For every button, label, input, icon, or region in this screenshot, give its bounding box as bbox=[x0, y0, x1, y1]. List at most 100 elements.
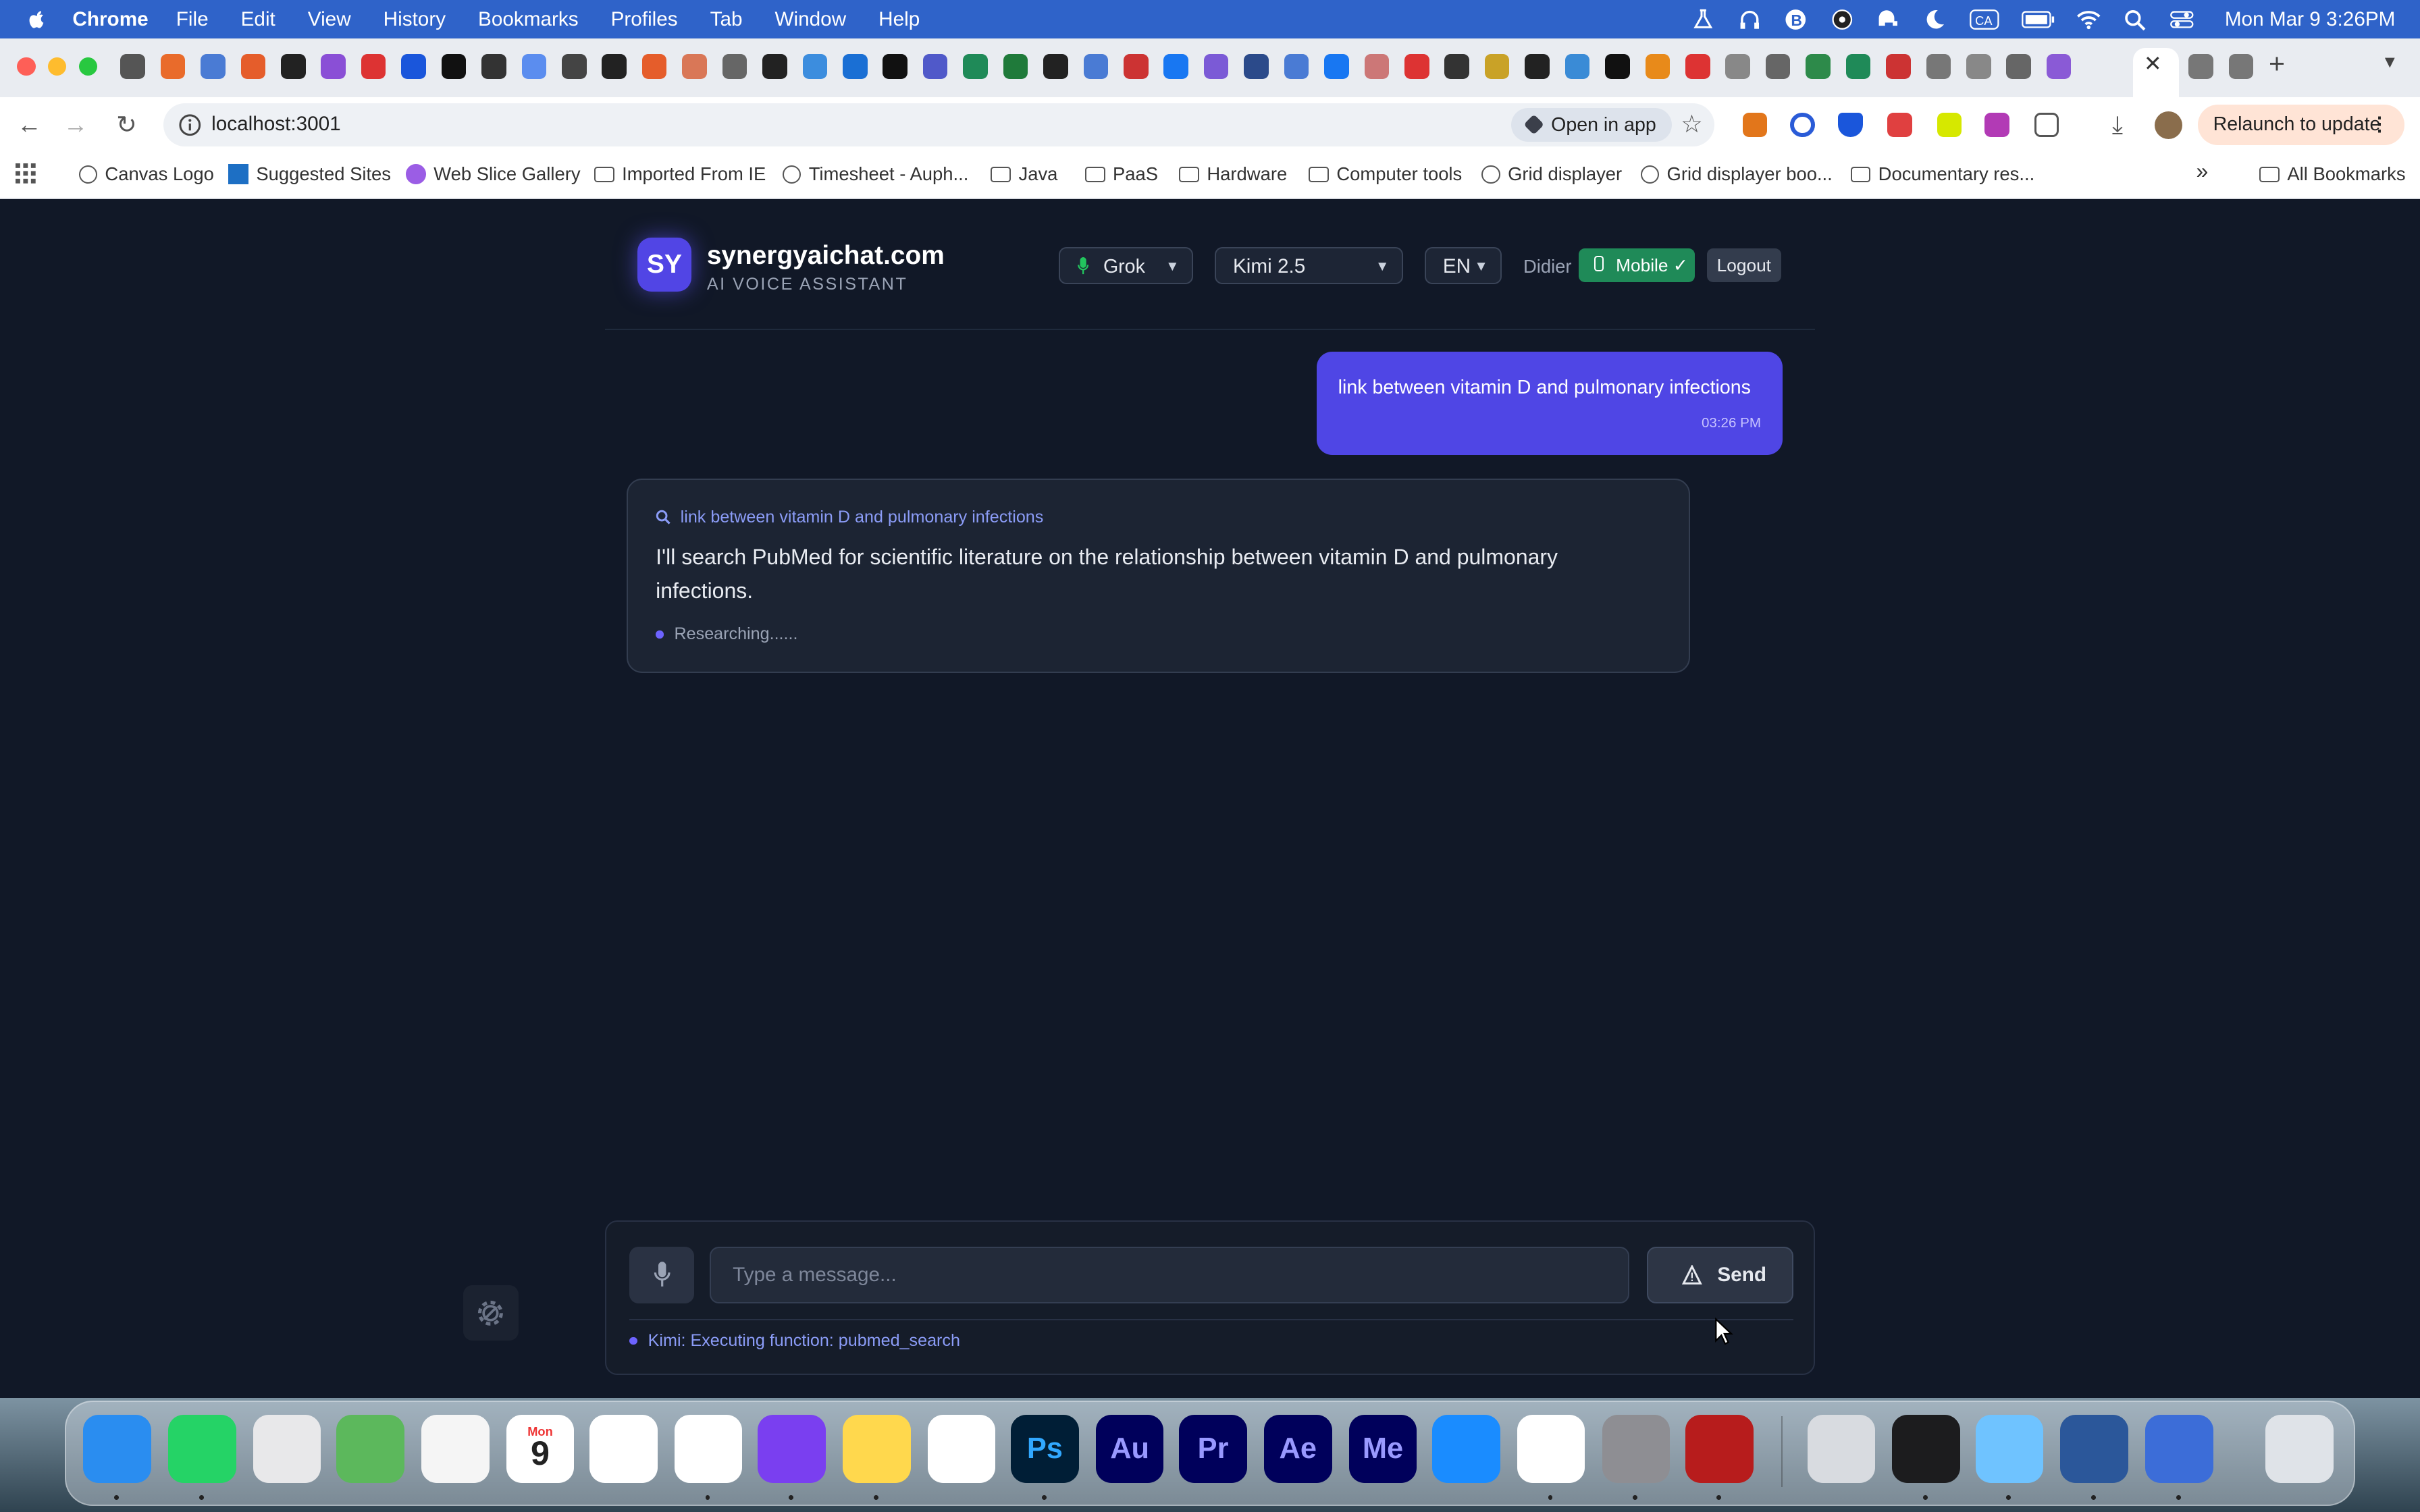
app-store-app-icon[interactable] bbox=[1432, 1414, 1500, 1483]
close-window-button[interactable] bbox=[17, 57, 36, 76]
photos-app-icon[interactable] bbox=[421, 1414, 490, 1483]
wifi-icon[interactable] bbox=[2076, 9, 2101, 30]
freeform-app-icon[interactable] bbox=[927, 1414, 996, 1483]
model-select[interactable]: Kimi 2.5 ▼ bbox=[1214, 246, 1403, 284]
download-icon[interactable]: ⤓ bbox=[2102, 109, 2133, 140]
menu-help[interactable]: Help bbox=[878, 8, 920, 31]
pinned-tab-favicon[interactable] bbox=[1886, 53, 1911, 79]
pinned-tab-favicon[interactable] bbox=[1645, 53, 1671, 79]
pinned-tab-favicon[interactable] bbox=[441, 53, 467, 79]
shield-extension-icon[interactable] bbox=[1838, 112, 1863, 138]
pinned-tab-favicon[interactable] bbox=[401, 53, 426, 79]
bookmark-grid-displayer-book[interactable]: Grid displayer boo... bbox=[1640, 163, 1833, 185]
timer-icon[interactable] bbox=[1830, 9, 1855, 30]
system-settings-app-icon[interactable] bbox=[1602, 1414, 1671, 1483]
bookmark-java[interactable]: Java bbox=[991, 163, 1057, 185]
filezilla-app-icon[interactable] bbox=[1685, 1414, 1754, 1483]
send-button[interactable]: Send bbox=[1646, 1246, 1793, 1304]
pinned-tab-favicon[interactable] bbox=[1444, 53, 1469, 79]
pinned-tab-favicon[interactable] bbox=[160, 53, 186, 79]
pinned-tab-favicon[interactable] bbox=[1083, 53, 1109, 79]
pinned-tab-favicon[interactable] bbox=[641, 53, 667, 79]
bookmark-imported-from-ie[interactable]: Imported From IE bbox=[594, 163, 766, 185]
pinned-tab-favicon[interactable] bbox=[1003, 53, 1028, 79]
pinned-tab-favicon[interactable] bbox=[1284, 53, 1309, 79]
menu-edit[interactable]: Edit bbox=[241, 8, 275, 31]
address-bar[interactable]: localhost:3001 Open in app ☆ bbox=[163, 103, 1715, 147]
logout-button[interactable]: Logout bbox=[1706, 248, 1781, 283]
extension-icon-5[interactable] bbox=[1937, 112, 1962, 138]
menu-tab[interactable]: Tab bbox=[710, 8, 743, 31]
all-bookmarks-folder[interactable]: All Bookmarks bbox=[2259, 163, 2406, 185]
photoshop-app-icon[interactable]: Ps bbox=[1011, 1414, 1079, 1483]
keyboard-input-icon[interactable]: CA bbox=[1969, 9, 2000, 30]
new-tab-icon[interactable]: + bbox=[2269, 48, 2285, 80]
audition-app-icon[interactable]: Au bbox=[1095, 1414, 1164, 1483]
pinned-tab-favicon[interactable] bbox=[1725, 53, 1750, 79]
zoom-window-button[interactable] bbox=[78, 57, 97, 76]
profile-avatar[interactable] bbox=[2154, 111, 2182, 139]
forward-arrow-icon[interactable]: → bbox=[60, 109, 91, 140]
bookmark-canvas-logo[interactable]: Canvas Logo bbox=[78, 163, 214, 185]
more-bookmarks-chevron-icon[interactable]: » bbox=[2197, 159, 2209, 184]
pinned-tab-favicon[interactable] bbox=[1806, 53, 1831, 79]
bookmark-hardware[interactable]: Hardware bbox=[1179, 163, 1287, 185]
extension-icon-4[interactable] bbox=[1887, 112, 1912, 138]
whatsapp-app-icon[interactable] bbox=[168, 1414, 236, 1483]
chrome-app-icon[interactable] bbox=[674, 1414, 743, 1483]
pinned-tab-favicon[interactable] bbox=[481, 53, 506, 79]
control-center-icon[interactable] bbox=[2169, 9, 2194, 30]
pinned-tab-favicon[interactable] bbox=[280, 53, 306, 79]
firefox-app-icon[interactable] bbox=[758, 1414, 826, 1483]
menu-file[interactable]: File bbox=[176, 8, 209, 31]
bookmark-computer-tools[interactable]: Computer tools bbox=[1309, 163, 1462, 185]
language-select[interactable]: EN ▼ bbox=[1424, 246, 1502, 284]
pinned-tab-favicon[interactable] bbox=[1765, 53, 1791, 79]
menubar-app-name[interactable]: Chrome bbox=[72, 8, 148, 31]
back-arrow-icon[interactable]: ← bbox=[14, 109, 45, 140]
pinned-tab-favicon[interactable] bbox=[722, 53, 747, 79]
pinned-tab-favicon[interactable] bbox=[1123, 53, 1149, 79]
reload-icon[interactable]: ↻ bbox=[111, 109, 142, 140]
pinned-tab-favicon[interactable] bbox=[201, 53, 226, 79]
pinned-tab-favicon[interactable] bbox=[842, 53, 868, 79]
pinned-tab-favicon[interactable] bbox=[922, 53, 948, 79]
pinned-tab-favicon[interactable] bbox=[1244, 53, 1269, 79]
pinned-tab-favicon[interactable] bbox=[1926, 53, 1951, 79]
extensions-puzzle-icon[interactable] bbox=[2034, 112, 2059, 138]
pinned-tab-favicon[interactable] bbox=[240, 53, 266, 79]
pinned-tab-favicon[interactable] bbox=[2046, 53, 2072, 79]
pinned-tab-favicon[interactable] bbox=[963, 53, 988, 79]
pinned-tab-favicon[interactable] bbox=[1966, 53, 1991, 79]
maps-app-icon[interactable] bbox=[336, 1414, 404, 1483]
menubar-clock[interactable]: Mon Mar 9 3:26PM bbox=[2225, 8, 2396, 31]
site-info-icon[interactable] bbox=[178, 113, 203, 138]
menu-bookmarks[interactable]: Bookmarks bbox=[478, 8, 579, 31]
terminal-app-icon[interactable] bbox=[1892, 1414, 1960, 1483]
headphones-icon[interactable] bbox=[1737, 9, 1762, 30]
pinned-tab-favicon[interactable] bbox=[1324, 53, 1349, 79]
menu-profiles[interactable]: Profiles bbox=[611, 8, 678, 31]
reminders-app-icon[interactable] bbox=[589, 1414, 658, 1483]
pinned-tab-favicon[interactable] bbox=[2228, 53, 2254, 79]
relaunch-to-update-button[interactable]: Relaunch to update ⋮ bbox=[2197, 105, 2405, 145]
pinned-tab-favicon[interactable] bbox=[802, 53, 828, 79]
pinned-tab-favicon[interactable] bbox=[1404, 53, 1429, 79]
pinned-tab-favicon[interactable] bbox=[762, 53, 787, 79]
mobile-mode-badge[interactable]: Mobile ✓ bbox=[1579, 248, 1695, 283]
pinned-tab-favicon[interactable] bbox=[1605, 53, 1630, 79]
elephant-icon[interactable] bbox=[1876, 9, 1901, 30]
pinned-tab-favicon[interactable] bbox=[561, 53, 587, 79]
media-encoder-app-icon[interactable]: Me bbox=[1348, 1414, 1417, 1483]
bookmark-web-slice-gallery[interactable]: Web Slice Gallery bbox=[406, 163, 581, 185]
menu-window[interactable]: Window bbox=[775, 8, 847, 31]
flask-icon[interactable] bbox=[1691, 9, 1716, 30]
pinned-tab-favicon[interactable] bbox=[1203, 53, 1229, 79]
finder-app-icon[interactable] bbox=[83, 1414, 151, 1483]
trash-app-icon[interactable] bbox=[2265, 1414, 2334, 1483]
battery-icon[interactable] bbox=[2021, 9, 2055, 30]
bookmark-grid-displayer[interactable]: Grid displayer bbox=[1481, 163, 1622, 185]
bookmark-documentary[interactable]: Documentary res... bbox=[1850, 163, 2034, 185]
word-app-icon[interactable] bbox=[2060, 1414, 2128, 1483]
pinned-tab-favicon[interactable] bbox=[1484, 53, 1510, 79]
